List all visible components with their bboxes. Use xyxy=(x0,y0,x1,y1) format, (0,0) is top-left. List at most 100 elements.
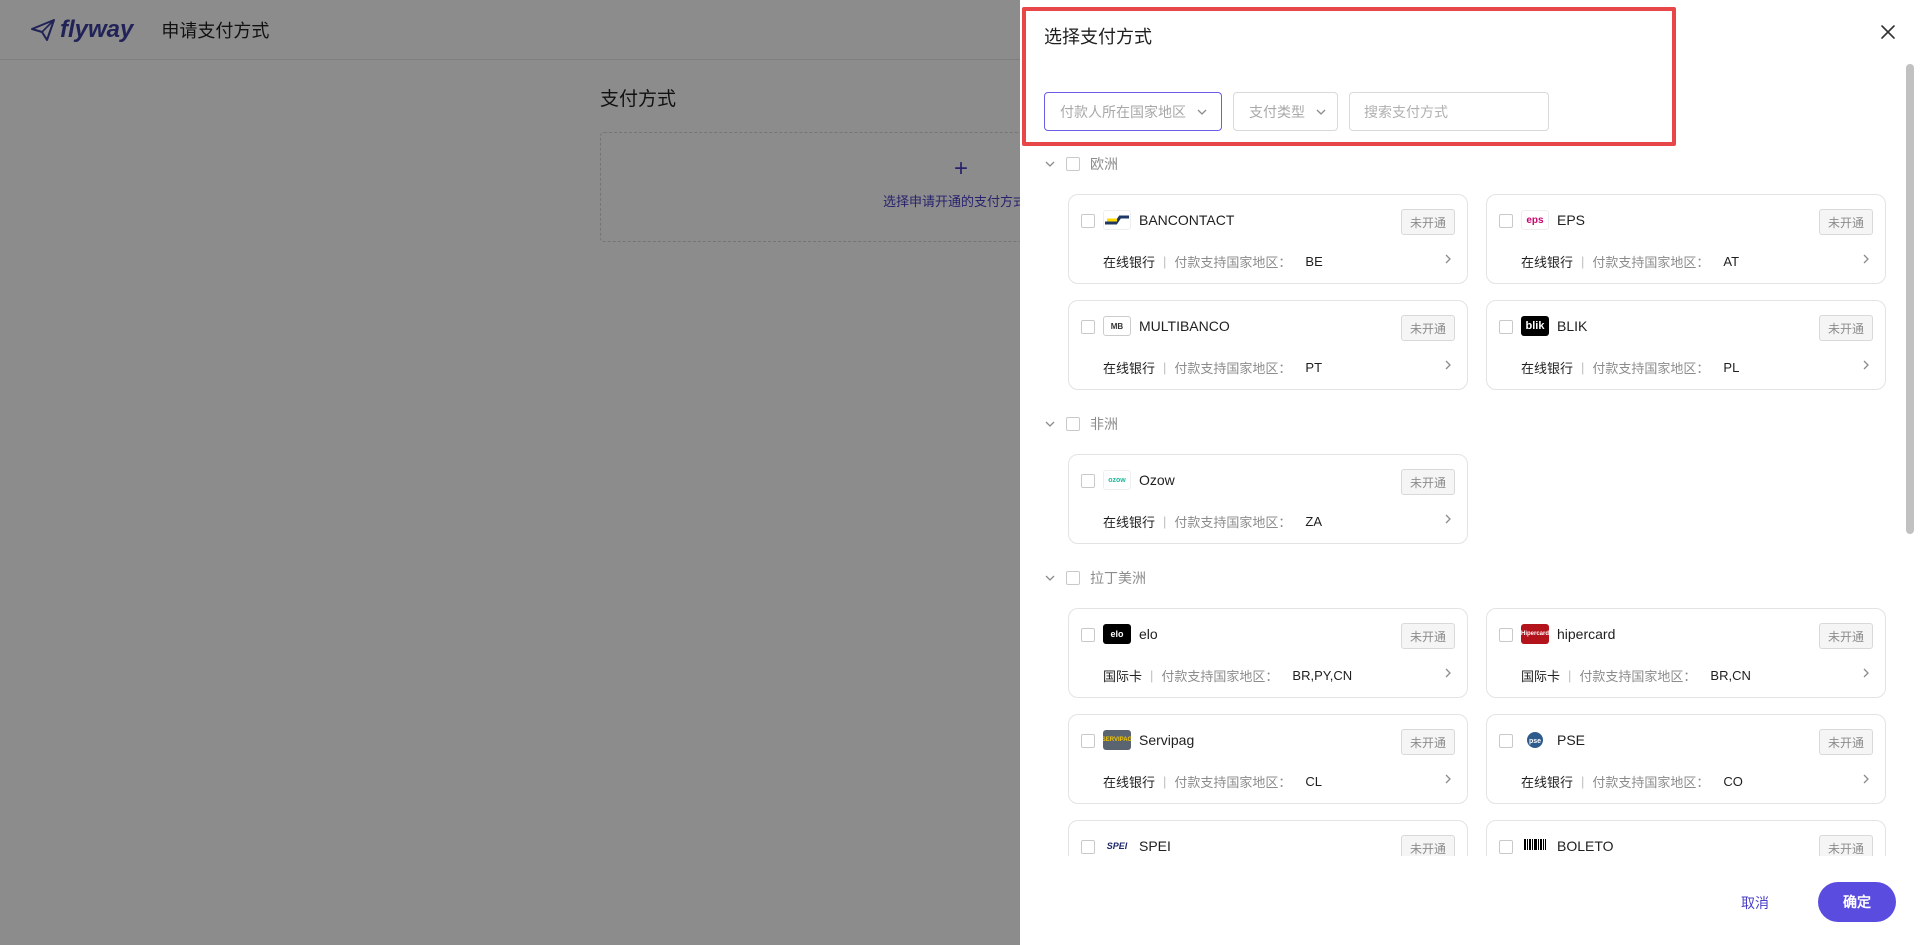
chevron-down-icon[interactable] xyxy=(1044,418,1056,430)
payment-name: hipercard xyxy=(1557,626,1616,642)
payment-checkbox[interactable] xyxy=(1499,628,1513,642)
payment-checkbox[interactable] xyxy=(1081,320,1095,334)
close-icon[interactable] xyxy=(1878,22,1898,42)
payment-card-servipag[interactable]: SERVIPAG Servipag 未开通 在线银行 | 付款支持国家地区： CL xyxy=(1068,714,1468,804)
chevron-right-icon[interactable] xyxy=(1443,773,1453,785)
payment-card-pse[interactable]: pse PSE 未开通 在线银行 | 付款支持国家地区： CO xyxy=(1486,714,1886,804)
payment-card-multibanco[interactable]: MB MULTIBANCO 未开通 在线银行 | 付款支持国家地区： PT xyxy=(1068,300,1468,390)
payment-meta: 在线银行 | 付款支持国家地区： ZA xyxy=(1103,514,1323,530)
country-region-select[interactable]: 付款人所在国家地区 xyxy=(1044,92,1222,131)
payment-type: 在线银行 xyxy=(1103,775,1156,790)
payment-type-select[interactable]: 支付类型 xyxy=(1233,92,1338,131)
payment-meta: 在线银行 | 付款支持国家地区： PT xyxy=(1103,360,1323,376)
payment-meta: 在线银行 | 付款支持国家地区： PL xyxy=(1521,360,1740,376)
payment-checkbox[interactable] xyxy=(1499,840,1513,854)
payment-checkbox[interactable] xyxy=(1081,214,1095,228)
payment-name: elo xyxy=(1139,626,1158,642)
payment-type: 在线银行 xyxy=(1103,515,1156,530)
country-codes: ZA xyxy=(1305,514,1323,529)
payment-type-placeholder: 支付类型 xyxy=(1249,103,1305,120)
status-badge: 未开通 xyxy=(1401,209,1455,235)
payment-meta: 在线银行 | 付款支持国家地区： BE xyxy=(1103,254,1323,270)
chevron-down-icon[interactable] xyxy=(1044,158,1056,170)
payment-type: 在线银行 xyxy=(1521,255,1574,270)
region-header-africa: 非洲 xyxy=(1044,414,1118,434)
chevron-down-icon[interactable] xyxy=(1044,572,1056,584)
country-codes: CO xyxy=(1723,774,1743,789)
region-checkbox-africa[interactable] xyxy=(1066,417,1080,431)
scrollbar-thumb[interactable] xyxy=(1906,64,1914,534)
status-badge: 未开通 xyxy=(1401,315,1455,341)
payment-checkbox[interactable] xyxy=(1081,840,1095,854)
status-badge: 未开通 xyxy=(1401,469,1455,495)
chevron-right-icon[interactable] xyxy=(1861,773,1871,785)
filter-bar: 付款人所在国家地区 支付类型 xyxy=(1044,92,1549,131)
status-badge: 未开通 xyxy=(1401,835,1455,856)
ozow-logo: ozow xyxy=(1103,470,1131,490)
servipag-logo: SERVIPAG xyxy=(1103,730,1131,750)
chevron-right-icon[interactable] xyxy=(1861,667,1871,679)
status-badge: 未开通 xyxy=(1401,623,1455,649)
region-checkbox-latin-america[interactable] xyxy=(1066,571,1080,585)
payment-card-eps[interactable]: eps EPS 未开通 在线银行 | 付款支持国家地区： AT xyxy=(1486,194,1886,284)
payment-type: 在线银行 xyxy=(1521,361,1574,376)
country-label: 付款支持国家地区： xyxy=(1174,515,1292,530)
payment-meta: 国际卡 | 付款支持国家地区： BR,PY,CN xyxy=(1103,668,1353,684)
payment-card-boleto[interactable]: BOLETO 未开通 xyxy=(1486,820,1886,856)
payment-checkbox[interactable] xyxy=(1499,214,1513,228)
country-codes: BR,PY,CN xyxy=(1292,668,1353,683)
chevron-right-icon[interactable] xyxy=(1443,253,1453,265)
payment-name: MULTIBANCO xyxy=(1139,318,1230,334)
country-label: 付款支持国家地区： xyxy=(1174,361,1292,376)
drawer-footer: 取消 确定 xyxy=(1020,862,1920,945)
payment-method-list[interactable]: 欧洲 BANCONTACT 未开通 在线银行 | 付款支持国家地区： BE eps… xyxy=(1020,148,1908,856)
elo-logo: elo xyxy=(1103,624,1131,644)
cancel-button[interactable]: 取消 xyxy=(1730,883,1780,923)
payment-type: 在线银行 xyxy=(1103,361,1156,376)
chevron-right-icon[interactable] xyxy=(1861,253,1871,265)
payment-type: 在线银行 xyxy=(1521,775,1574,790)
chevron-right-icon[interactable] xyxy=(1443,359,1453,371)
drawer-title: 选择支付方式 xyxy=(1044,27,1152,47)
chevron-right-icon[interactable] xyxy=(1443,667,1453,679)
country-region-placeholder: 付款人所在国家地区 xyxy=(1060,103,1186,120)
search-payment-input[interactable] xyxy=(1349,92,1549,131)
payment-name: BLIK xyxy=(1557,318,1588,334)
payment-type: 国际卡 xyxy=(1103,669,1143,684)
country-codes: BE xyxy=(1305,254,1323,269)
payment-card-hipercard[interactable]: Hipercard hipercard 未开通 国际卡 | 付款支持国家地区： B… xyxy=(1486,608,1886,698)
select-payment-drawer: 选择支付方式 付款人所在国家地区 支付类型 欧洲 BANCONTACT 未开通 xyxy=(1020,0,1920,945)
country-codes: PT xyxy=(1305,360,1323,375)
country-label: 付款支持国家地区： xyxy=(1174,255,1292,270)
spei-logo: SPEI xyxy=(1103,836,1131,856)
payment-card-bancontact[interactable]: BANCONTACT 未开通 在线银行 | 付款支持国家地区： BE xyxy=(1068,194,1468,284)
payment-meta: 在线银行 | 付款支持国家地区： CO xyxy=(1521,774,1743,790)
payment-name: SPEI xyxy=(1139,838,1171,854)
payment-card-elo[interactable]: elo elo 未开通 国际卡 | 付款支持国家地区： BR,PY,CN xyxy=(1068,608,1468,698)
confirm-button[interactable]: 确定 xyxy=(1818,882,1896,922)
country-label: 付款支持国家地区： xyxy=(1174,775,1292,790)
payment-card-spei[interactable]: SPEI SPEI 未开通 xyxy=(1068,820,1468,856)
region-header-europe: 欧洲 xyxy=(1044,154,1118,174)
payment-checkbox[interactable] xyxy=(1499,320,1513,334)
status-badge: 未开通 xyxy=(1819,623,1873,649)
payment-card-blik[interactable]: blik BLIK 未开通 在线银行 | 付款支持国家地区： PL xyxy=(1486,300,1886,390)
payment-type: 在线银行 xyxy=(1103,255,1156,270)
payment-checkbox[interactable] xyxy=(1499,734,1513,748)
payment-type: 国际卡 xyxy=(1521,669,1561,684)
boleto-logo xyxy=(1521,836,1549,856)
payment-checkbox[interactable] xyxy=(1081,474,1095,488)
payment-name: Ozow xyxy=(1139,472,1175,488)
payment-name: BOLETO xyxy=(1557,838,1614,854)
payment-checkbox[interactable] xyxy=(1081,628,1095,642)
chevron-right-icon[interactable] xyxy=(1443,513,1453,525)
payment-checkbox[interactable] xyxy=(1081,734,1095,748)
region-header-latin-america: 拉丁美洲 xyxy=(1044,568,1146,588)
payment-card-ozow[interactable]: ozow Ozow 未开通 在线银行 | 付款支持国家地区： ZA xyxy=(1068,454,1468,544)
region-checkbox-europe[interactable] xyxy=(1066,157,1080,171)
chevron-right-icon[interactable] xyxy=(1861,359,1871,371)
status-badge: 未开通 xyxy=(1819,835,1873,856)
country-label: 付款支持国家地区： xyxy=(1161,669,1279,684)
status-badge: 未开通 xyxy=(1401,729,1455,755)
payment-name: BANCONTACT xyxy=(1139,212,1235,228)
